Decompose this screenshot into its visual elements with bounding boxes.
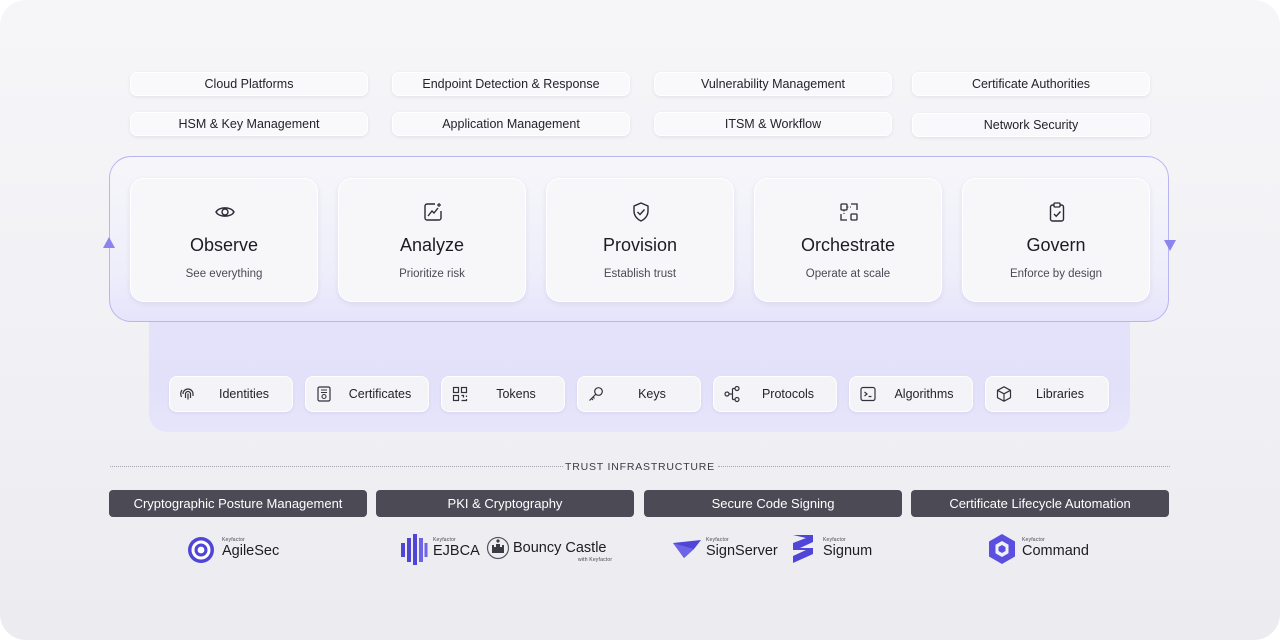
asset-label: Keys xyxy=(638,387,666,401)
asset-identities: Identities xyxy=(169,376,293,412)
stage-subtitle: Prioritize risk xyxy=(399,268,465,280)
integration-network-security: Network Security xyxy=(912,113,1150,137)
category-cryptographic-posture-management: Cryptographic Posture Management xyxy=(109,490,367,517)
product-signum: Keyfactor Signum xyxy=(789,532,879,566)
chart-sparkle-icon xyxy=(424,203,442,221)
stage-subtitle: Establish trust xyxy=(603,268,677,280)
stage-title: Provision xyxy=(602,235,678,255)
loop-up-arrow-icon xyxy=(103,237,115,248)
trust-divider-right xyxy=(718,466,1170,467)
trust-architecture-diagram: Cloud Platforms Endpoint Detection & Res… xyxy=(0,0,1280,640)
asset-protocols: Protocols xyxy=(713,376,837,412)
integration-cloud-platforms: Cloud Platforms xyxy=(130,72,368,96)
shield-check-icon xyxy=(633,202,649,222)
asset-label: Algorithms xyxy=(894,387,954,401)
asset-tray xyxy=(149,318,1130,432)
stage-subtitle: See everything xyxy=(185,268,263,280)
ejbca-logo-icon xyxy=(401,534,428,565)
stage-observe: Observe See everything xyxy=(130,178,318,302)
bouncy-castle-subtext: with Keyfactor xyxy=(578,557,613,563)
product-agilesec: Keyfactor AgileSec xyxy=(186,532,296,566)
trust-infrastructure-label: TRUST INFRASTRUCTURE xyxy=(565,461,715,473)
stage-analyze: Analyze Prioritize risk xyxy=(338,178,526,302)
integration-application-management: Application Management xyxy=(392,112,630,136)
integration-certificate-authorities: Certificate Authorities xyxy=(912,72,1150,96)
integration-vulnerability-management: Vulnerability Management xyxy=(654,72,892,96)
product-name: AgileSec xyxy=(222,543,280,559)
clipboard-check-icon xyxy=(1049,202,1065,222)
product-name: Command xyxy=(1022,543,1089,559)
nodes-icon xyxy=(840,203,858,221)
asset-libraries: Libraries xyxy=(985,376,1109,412)
asset-algorithms: Algorithms xyxy=(849,376,973,412)
product-name: Bouncy Castle xyxy=(513,540,607,556)
product-name: SignServer xyxy=(706,543,778,559)
stage-title: Orchestrate xyxy=(800,235,896,255)
asset-keys: Keys xyxy=(577,376,701,412)
asset-certificates: Certificates xyxy=(305,376,429,412)
integration-itsm-workflow: ITSM & Workflow xyxy=(654,112,892,136)
category-pki-cryptography: PKI & Cryptography xyxy=(376,490,634,517)
agilesec-logo-icon xyxy=(188,537,214,563)
product-signserver: Keyfactor SignServer xyxy=(672,532,782,566)
product-command: Keyfactor Command xyxy=(988,532,1098,566)
asset-label: Protocols xyxy=(761,387,815,401)
integration-hsm-key-management: HSM & Key Management xyxy=(130,112,368,136)
category-certificate-lifecycle-automation: Certificate Lifecycle Automation xyxy=(911,490,1169,517)
asset-label: Certificates xyxy=(348,387,412,401)
stage-subtitle: Enforce by design xyxy=(1009,268,1103,280)
loop-down-arrow-icon xyxy=(1164,240,1176,251)
trust-divider-left xyxy=(110,466,563,467)
stage-title: Govern xyxy=(1026,235,1086,255)
product-bouncy-castle: Bouncy Castle with Keyfactor xyxy=(486,532,616,566)
asset-label: Identities xyxy=(218,387,270,401)
command-logo-icon xyxy=(989,534,1015,564)
product-name: Signum xyxy=(823,543,873,559)
asset-label: Tokens xyxy=(496,387,536,401)
asset-tokens: Tokens xyxy=(441,376,565,412)
stage-title: Observe xyxy=(189,235,259,255)
stage-provision: Provision Establish trust xyxy=(546,178,734,302)
eye-icon xyxy=(215,207,235,217)
signum-logo-icon xyxy=(793,535,813,563)
stage-govern: Govern Enforce by design xyxy=(962,178,1150,302)
stage-title: Analyze xyxy=(399,235,465,255)
signserver-logo-icon xyxy=(673,540,701,558)
stage-orchestrate: Orchestrate Operate at scale xyxy=(754,178,942,302)
product-name: EJBCA xyxy=(433,543,480,559)
asset-label: Libraries xyxy=(1036,387,1084,401)
integration-edr: Endpoint Detection & Response xyxy=(392,72,630,96)
bouncy-castle-logo-icon xyxy=(486,536,510,560)
category-secure-code-signing: Secure Code Signing xyxy=(644,490,902,517)
product-ejbca: Keyfactor EJBCA xyxy=(400,532,480,566)
stage-subtitle: Operate at scale xyxy=(805,268,891,280)
